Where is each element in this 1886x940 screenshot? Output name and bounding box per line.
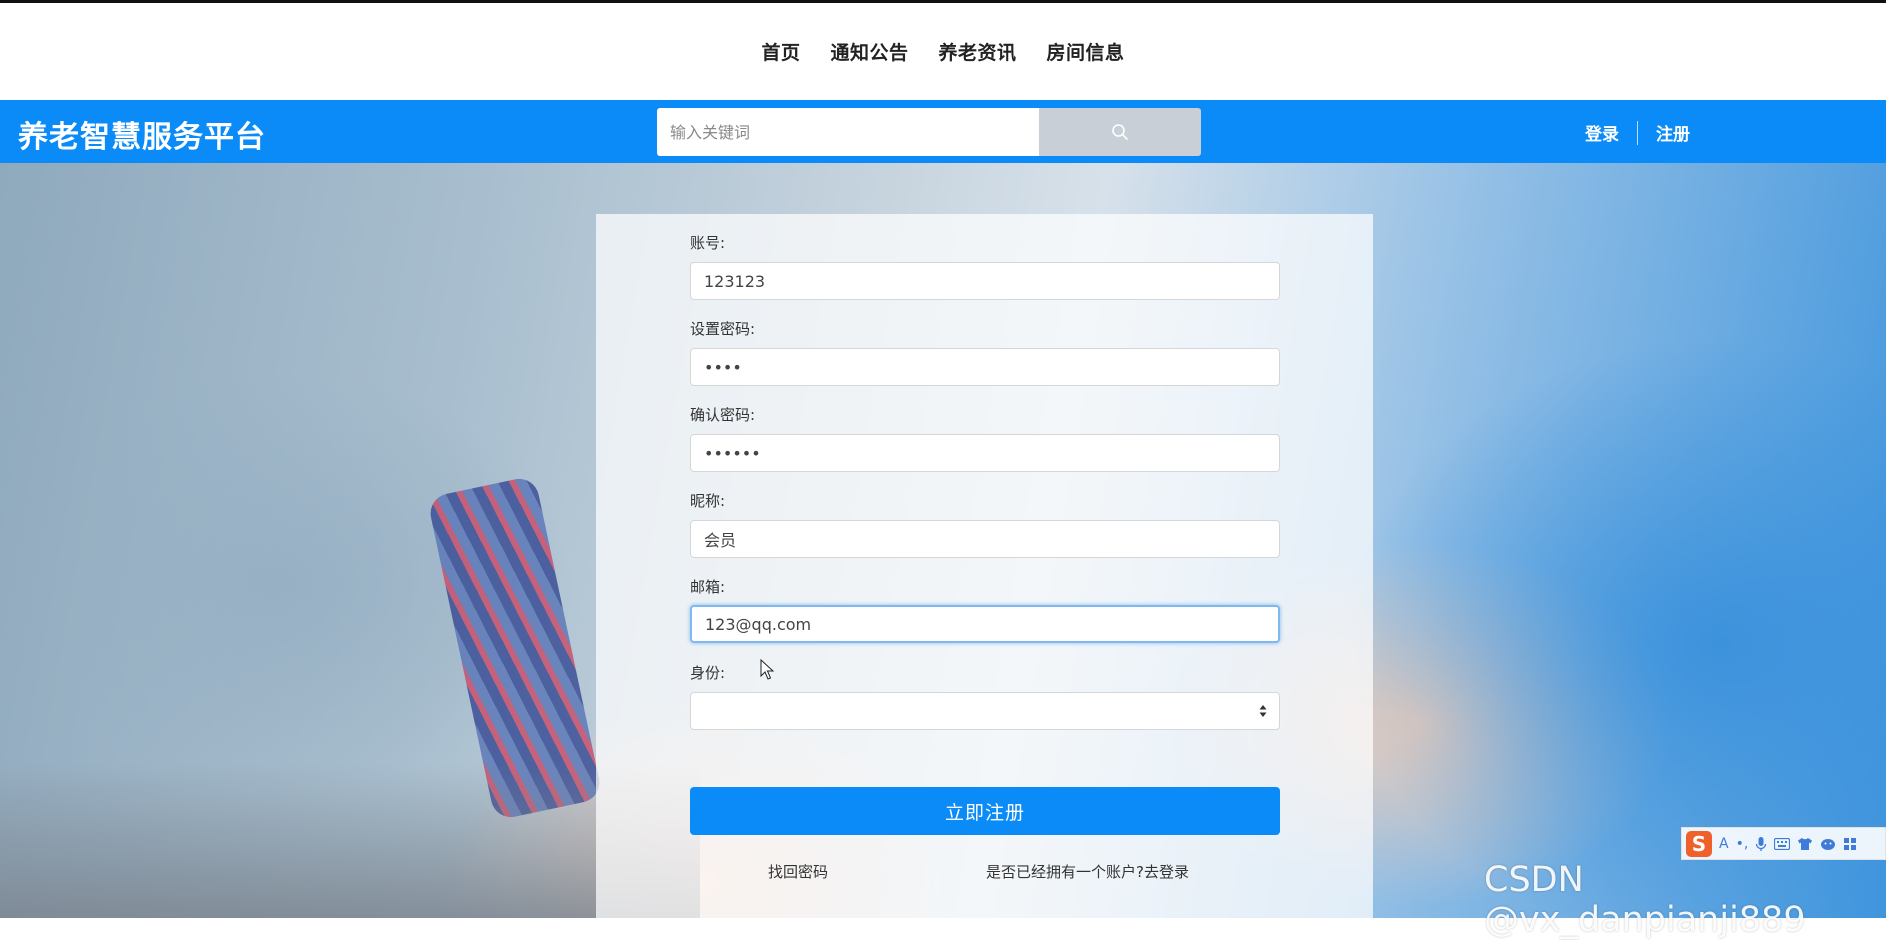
- account-label: 账号:: [690, 234, 726, 252]
- keyboard-icon[interactable]: [1774, 837, 1791, 850]
- shirt-icon[interactable]: [1797, 837, 1813, 851]
- auth-divider: [1637, 120, 1638, 145]
- register-link[interactable]: 注册: [1656, 120, 1690, 145]
- identity-select[interactable]: [690, 692, 1280, 730]
- grid-icon[interactable]: [1843, 837, 1857, 851]
- auth-links: 登录 注册: [1585, 120, 1690, 145]
- search-input[interactable]: [657, 108, 1039, 156]
- nav-item-notices[interactable]: 通知公告: [830, 38, 908, 65]
- confirm-password-input[interactable]: [690, 434, 1280, 472]
- mouse-cursor-icon: [760, 659, 774, 680]
- search-button[interactable]: [1039, 108, 1201, 156]
- nickname-label: 昵称:: [690, 492, 726, 510]
- nickname-input[interactable]: [690, 520, 1280, 558]
- site-brand: 养老智慧服务平台: [18, 120, 266, 155]
- password-label: 设置密码:: [690, 320, 756, 338]
- confirm-password-label: 确认密码:: [690, 406, 756, 424]
- search-icon: [1112, 124, 1128, 140]
- nav-item-news[interactable]: 养老资讯: [939, 38, 1017, 65]
- nav-item-rooms[interactable]: 房间信息: [1047, 38, 1125, 65]
- csdn-watermark: CSDN @vx_danpianji889: [1484, 860, 1806, 940]
- top-navigation: 首页 通知公告 养老资讯 房间信息: [0, 3, 1886, 100]
- site-header: 养老智慧服务平台 登录 注册: [0, 100, 1886, 163]
- email-input[interactable]: [690, 605, 1280, 643]
- go-login-link[interactable]: 是否已经拥有一个账户?去登录: [986, 861, 1189, 882]
- register-submit-button[interactable]: 立即注册: [690, 787, 1280, 835]
- register-form-panel: 账号: 设置密码: 确认密码: 昵称: 邮箱: 身份: 立即注册 找回密码 是否…: [596, 214, 1373, 918]
- ime-punctuation-tool[interactable]: •,: [1736, 836, 1749, 852]
- ime-font-tool[interactable]: A: [1719, 836, 1729, 852]
- emoji-icon[interactable]: [1820, 837, 1836, 851]
- select-arrows-icon: [1259, 705, 1267, 717]
- mic-icon[interactable]: [1755, 836, 1767, 852]
- account-input[interactable]: [690, 262, 1280, 300]
- photo-shadow: [0, 763, 700, 918]
- identity-label: 身份:: [690, 664, 726, 682]
- email-label: 邮箱:: [690, 578, 726, 596]
- password-input[interactable]: [690, 348, 1280, 386]
- nav-item-home[interactable]: 首页: [761, 38, 800, 65]
- ime-toolbar: S A •,: [1681, 827, 1886, 860]
- ime-logo-icon[interactable]: S: [1686, 830, 1712, 857]
- login-link[interactable]: 登录: [1585, 120, 1619, 145]
- forgot-password-link[interactable]: 找回密码: [768, 861, 828, 882]
